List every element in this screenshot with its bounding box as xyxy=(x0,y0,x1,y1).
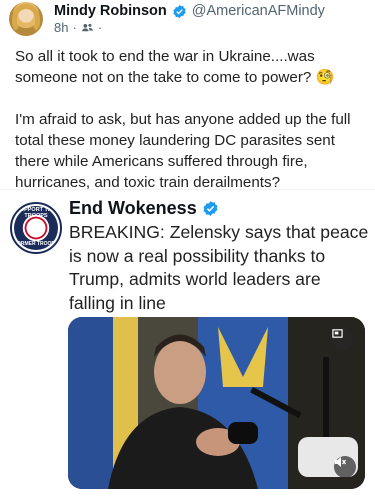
video-thumbnail[interactable] xyxy=(68,317,365,489)
divider xyxy=(0,189,375,190)
author-handle[interactable]: @AmericanAFMindy xyxy=(192,3,325,19)
author-name[interactable]: Mindy Robinson xyxy=(54,3,167,19)
avatar-text: SUPPORT THE TROOPS xyxy=(16,207,56,219)
quoted-author-name[interactable]: End Wokeness xyxy=(69,198,197,219)
author-row: Mindy Robinson @AmericanAFMindy xyxy=(54,3,325,19)
meta-separator: · xyxy=(72,20,77,35)
audience-icon xyxy=(81,23,93,32)
post-time[interactable]: 8h xyxy=(54,20,68,35)
quoted-text: BREAKING: Zelensky says that peace is no… xyxy=(69,222,369,313)
quoted-avatar[interactable]: SUPPORT THE TROOPS FORMER TROOPS xyxy=(10,202,62,254)
expand-icon[interactable] xyxy=(332,328,354,350)
meta-separator: · xyxy=(97,20,103,35)
post-meta: 8h · · xyxy=(54,20,106,35)
avatar[interactable] xyxy=(9,2,43,36)
verified-badge-icon xyxy=(173,4,186,18)
quoted-author-row: End Wokeness xyxy=(69,198,224,219)
mute-icon[interactable] xyxy=(334,456,356,478)
video-frame xyxy=(68,317,365,489)
verified-badge-icon xyxy=(203,201,218,216)
avatar-text: FORMER TROOPS xyxy=(13,241,59,247)
post-paragraph: So all it took to end the war in Ukraine… xyxy=(15,48,335,86)
post-paragraph: I'm afraid to ask, but has anyone added … xyxy=(15,111,351,191)
